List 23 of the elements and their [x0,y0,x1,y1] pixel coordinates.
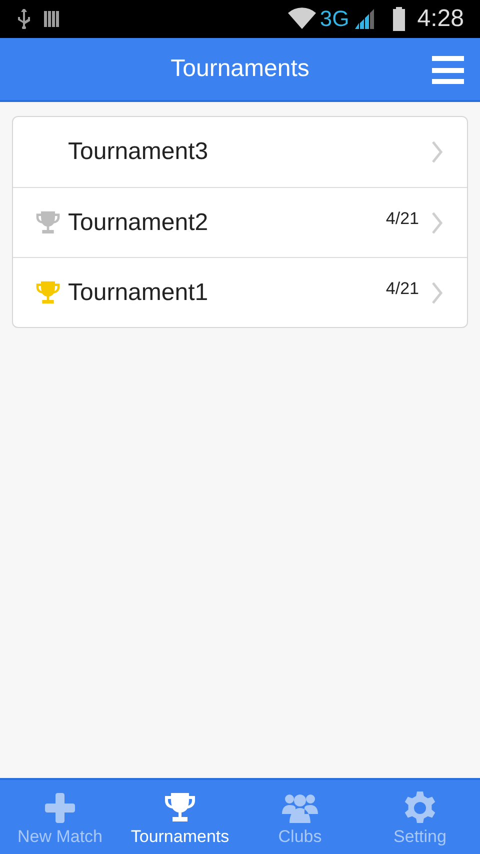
tournament-date: 4/21 [386,208,419,230]
barcode-icon [44,9,60,29]
tab[interactable]: New Match [0,780,120,854]
tournament-name: Tournament3 [68,137,210,167]
wifi-icon [288,7,316,31]
tab[interactable]: Clubs [240,780,360,854]
tournament-name: Tournament2 [68,208,210,238]
header-title: Tournaments [170,54,310,84]
chevron-right-icon [431,140,443,164]
tournament-row[interactable]: Tournament3 [13,117,467,187]
chevron-right-icon [431,210,443,234]
tournament-date: 4/21 [386,278,419,300]
menu-button[interactable] [432,56,464,84]
tournament-row[interactable]: Tournament2 4/21 [13,187,467,257]
tab[interactable]: Tournaments [120,780,240,854]
clock: 4:28 [417,7,464,31]
tournament-name: Tournament1 [68,278,210,308]
network-label: 3G [320,8,350,30]
usb-icon [16,9,32,29]
tab[interactable]: Setting [360,780,480,854]
battery-icon [393,7,406,31]
tournament-row[interactable]: Tournament1 4/21 [13,257,467,327]
chevron-right-icon [431,280,443,304]
